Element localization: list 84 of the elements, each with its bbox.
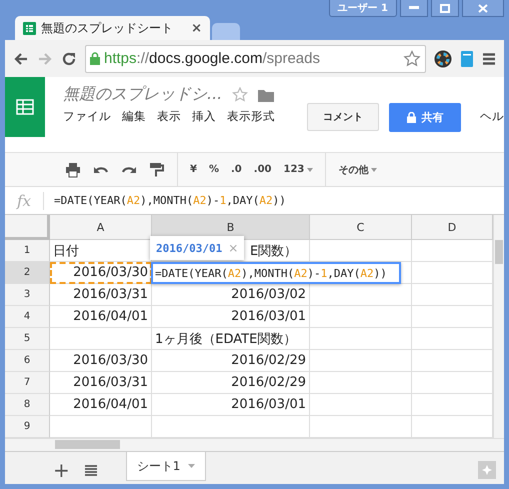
table-cell[interactable]: 2016/03/31 — [50, 284, 152, 306]
browser-tab[interactable]: 無題のスプレッドシート × — [15, 16, 210, 40]
list-icon[interactable] — [84, 464, 98, 478]
table-cell[interactable]: 1ヶ月後（EDATE関数） — [152, 328, 310, 350]
table-cell[interactable] — [310, 350, 412, 372]
decrease-decimals-button[interactable]: .0 — [231, 164, 242, 175]
explore-button[interactable] — [478, 461, 496, 479]
document-title[interactable]: 無題のスプレッドシ... — [63, 84, 222, 105]
column-header[interactable]: D — [412, 215, 493, 240]
row-header[interactable]: 4 — [5, 306, 50, 328]
number-format-button[interactable]: 123 — [283, 164, 314, 175]
menu-item[interactable]: ヘル — [480, 109, 504, 124]
new-tab-button[interactable] — [212, 23, 240, 40]
function-label: fx — [5, 192, 44, 210]
comment-button[interactable]: コメント — [307, 103, 379, 131]
header-corner[interactable] — [5, 215, 50, 240]
close-button[interactable] — [462, 0, 504, 17]
percent-button[interactable]: % — [208, 164, 219, 175]
minimize-icon — [409, 6, 419, 10]
row-header[interactable]: 8 — [5, 394, 50, 416]
increase-decimals-button[interactable]: .00 — [254, 164, 272, 175]
star-icon[interactable] — [403, 50, 421, 68]
print-icon[interactable] — [65, 162, 81, 178]
row-header[interactable]: 7 — [5, 372, 50, 394]
minimize-button[interactable] — [400, 0, 428, 17]
formula-preview-tooltip: 2016/03/01 × — [150, 236, 244, 260]
table-cell[interactable] — [310, 394, 412, 416]
menu-item[interactable]: 表示 — [157, 109, 181, 124]
sparkle-icon — [482, 465, 492, 475]
cell-editor-overlay[interactable]: =DATE(YEAR(A2),MONTH(A2)-1,DAY(A2)) — [151, 262, 401, 284]
share-button[interactable]: 共有 — [389, 103, 461, 132]
color-wheel-icon[interactable] — [434, 50, 452, 68]
caret-icon — [307, 168, 314, 172]
table-cell[interactable]: 2016/04/01 — [50, 306, 152, 328]
vertical-scrollbar[interactable] — [493, 215, 504, 438]
lock-icon — [406, 112, 416, 123]
maximize-button[interactable] — [431, 0, 459, 17]
table-cell[interactable]: 2016/03/01 — [152, 394, 310, 416]
row-header[interactable]: 6 — [5, 350, 50, 372]
formula-text[interactable]: =DATE(YEAR(A2),MONTH(A2)-1,DAY(A2)) — [54, 194, 286, 207]
star-icon[interactable] — [232, 86, 248, 102]
menu-icon[interactable] — [482, 52, 496, 66]
horizontal-scrollbar[interactable] — [5, 438, 504, 451]
column-header[interactable]: B — [152, 215, 310, 240]
column-header[interactable]: C — [310, 215, 412, 240]
address-bar[interactable]: https://docs.google.com/spreads — [85, 44, 426, 72]
sheet-tab[interactable]: シート1 — [126, 452, 206, 481]
back-icon[interactable] — [13, 50, 29, 66]
table-cell[interactable]: 2016/03/31 — [50, 372, 152, 394]
caret-icon — [188, 464, 196, 468]
row-header[interactable]: 1 — [5, 240, 50, 262]
menu-item[interactable]: 表示形式 — [227, 109, 275, 124]
table-cell[interactable]: 2016/04/01 — [50, 394, 152, 416]
book-icon[interactable] — [460, 50, 474, 68]
menu-item[interactable]: 挿入 — [192, 109, 216, 124]
add-sheet-button[interactable]: + — [53, 460, 70, 480]
maximize-icon — [440, 4, 450, 12]
table-cell[interactable] — [310, 306, 412, 328]
table-cell[interactable]: 2016/02/29 — [152, 372, 310, 394]
currency-button[interactable]: ¥ — [190, 164, 197, 175]
row-header[interactable]: 3 — [5, 284, 50, 306]
column-header[interactable]: A — [50, 215, 152, 240]
paint-roller-icon[interactable] — [149, 162, 165, 178]
row-header[interactable]: 2 — [5, 262, 50, 284]
table-cell[interactable]: 2016/02/29 — [152, 350, 310, 372]
reload-icon[interactable] — [61, 50, 77, 66]
menu-item[interactable]: ファイル — [63, 109, 111, 124]
table-cell[interactable]: 2016/03/01 — [152, 306, 310, 328]
more-button[interactable]: その他 — [338, 162, 378, 176]
lock-icon — [90, 52, 100, 65]
table-cell[interactable]: 2016/03/30 — [50, 350, 152, 372]
row-header[interactable]: 9 — [5, 416, 50, 438]
close-icon — [478, 4, 488, 12]
sheets-logo[interactable] — [5, 77, 45, 137]
row-header[interactable]: 5 — [5, 328, 50, 350]
menu-item[interactable]: 編集 — [122, 109, 146, 124]
table-cell[interactable]: 2016/03/30 — [50, 262, 152, 284]
folder-icon[interactable] — [258, 88, 274, 102]
spreadsheet-icon[interactable] — [23, 22, 36, 34]
table-cell[interactable] — [50, 328, 152, 350]
table-cell[interactable] — [310, 328, 412, 350]
caret-icon — [371, 168, 378, 172]
close-icon[interactable]: × — [191, 20, 202, 36]
table-cell[interactable] — [310, 372, 412, 394]
